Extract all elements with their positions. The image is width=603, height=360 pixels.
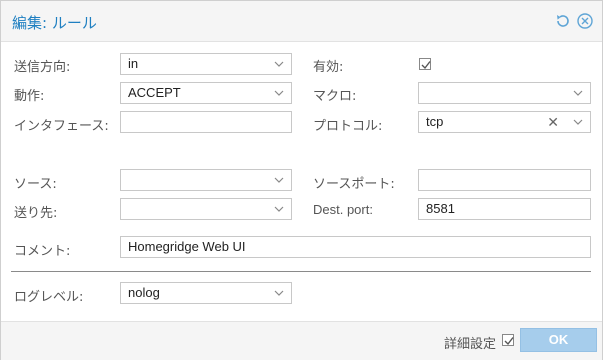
dest-port-input[interactable]: 8581 bbox=[418, 198, 591, 220]
protocol-value: tcp bbox=[426, 114, 444, 129]
source-port-label: ソースポート: bbox=[313, 177, 395, 192]
advanced-label: 詳細設定 bbox=[444, 337, 497, 352]
log-level-select[interactable]: nolog bbox=[120, 282, 292, 304]
edit-rule-dialog: 編集: ルール 送信方向: in 有効: 動作: ACCEPT マクロ: インタ… bbox=[0, 0, 603, 360]
ok-button[interactable]: OK bbox=[520, 328, 597, 352]
dialog-titlebar: 編集: ルール bbox=[1, 1, 602, 42]
action-label: 動作: bbox=[14, 89, 45, 104]
comment-value: Homegridge Web UI bbox=[128, 239, 246, 254]
dialog-footer: 詳細設定 OK bbox=[1, 321, 602, 360]
chevron-down-icon bbox=[274, 290, 284, 296]
interface-label: インタフェース: bbox=[14, 119, 109, 134]
close-circle-icon[interactable] bbox=[576, 12, 594, 30]
enable-checkbox[interactable] bbox=[419, 58, 431, 70]
undo-icon[interactable] bbox=[554, 12, 572, 30]
protocol-label: プロトコル: bbox=[313, 119, 383, 134]
enable-label: 有効: bbox=[313, 60, 344, 75]
clear-icon[interactable]: ✕ bbox=[547, 113, 559, 133]
checkmark-icon bbox=[421, 61, 431, 70]
direction-label: 送信方向: bbox=[14, 60, 71, 75]
advanced-checkbox[interactable] bbox=[502, 334, 514, 346]
log-level-value: nolog bbox=[128, 285, 160, 300]
macro-label: マクロ: bbox=[313, 89, 357, 104]
macro-select[interactable] bbox=[418, 82, 591, 104]
log-level-label: ログレベル: bbox=[14, 290, 84, 305]
comment-input[interactable]: Homegridge Web UI bbox=[120, 236, 591, 258]
chevron-down-icon bbox=[274, 177, 284, 183]
comment-label: コメント: bbox=[14, 244, 71, 259]
dest-port-label: Dest. port: bbox=[313, 202, 373, 217]
dest-select[interactable] bbox=[120, 198, 292, 220]
direction-select[interactable]: in bbox=[120, 53, 292, 75]
source-select[interactable] bbox=[120, 169, 292, 191]
chevron-down-icon bbox=[274, 61, 284, 67]
chevron-down-icon bbox=[274, 206, 284, 212]
action-select[interactable]: ACCEPT bbox=[120, 82, 292, 104]
protocol-select[interactable]: tcp ✕ bbox=[418, 111, 591, 133]
direction-value: in bbox=[128, 56, 139, 71]
source-label: ソース: bbox=[14, 177, 57, 192]
source-port-input[interactable] bbox=[418, 169, 591, 191]
checkmark-icon bbox=[504, 337, 514, 346]
chevron-down-icon bbox=[274, 90, 284, 96]
dialog-title: 編集: ルール bbox=[12, 14, 97, 32]
chevron-down-icon bbox=[573, 119, 583, 125]
section-divider bbox=[11, 271, 591, 272]
action-value: ACCEPT bbox=[128, 85, 181, 100]
interface-input[interactable] bbox=[120, 111, 292, 133]
dest-label: 送り先: bbox=[14, 206, 58, 221]
chevron-down-icon bbox=[573, 90, 583, 96]
dest-port-value: 8581 bbox=[426, 201, 455, 216]
